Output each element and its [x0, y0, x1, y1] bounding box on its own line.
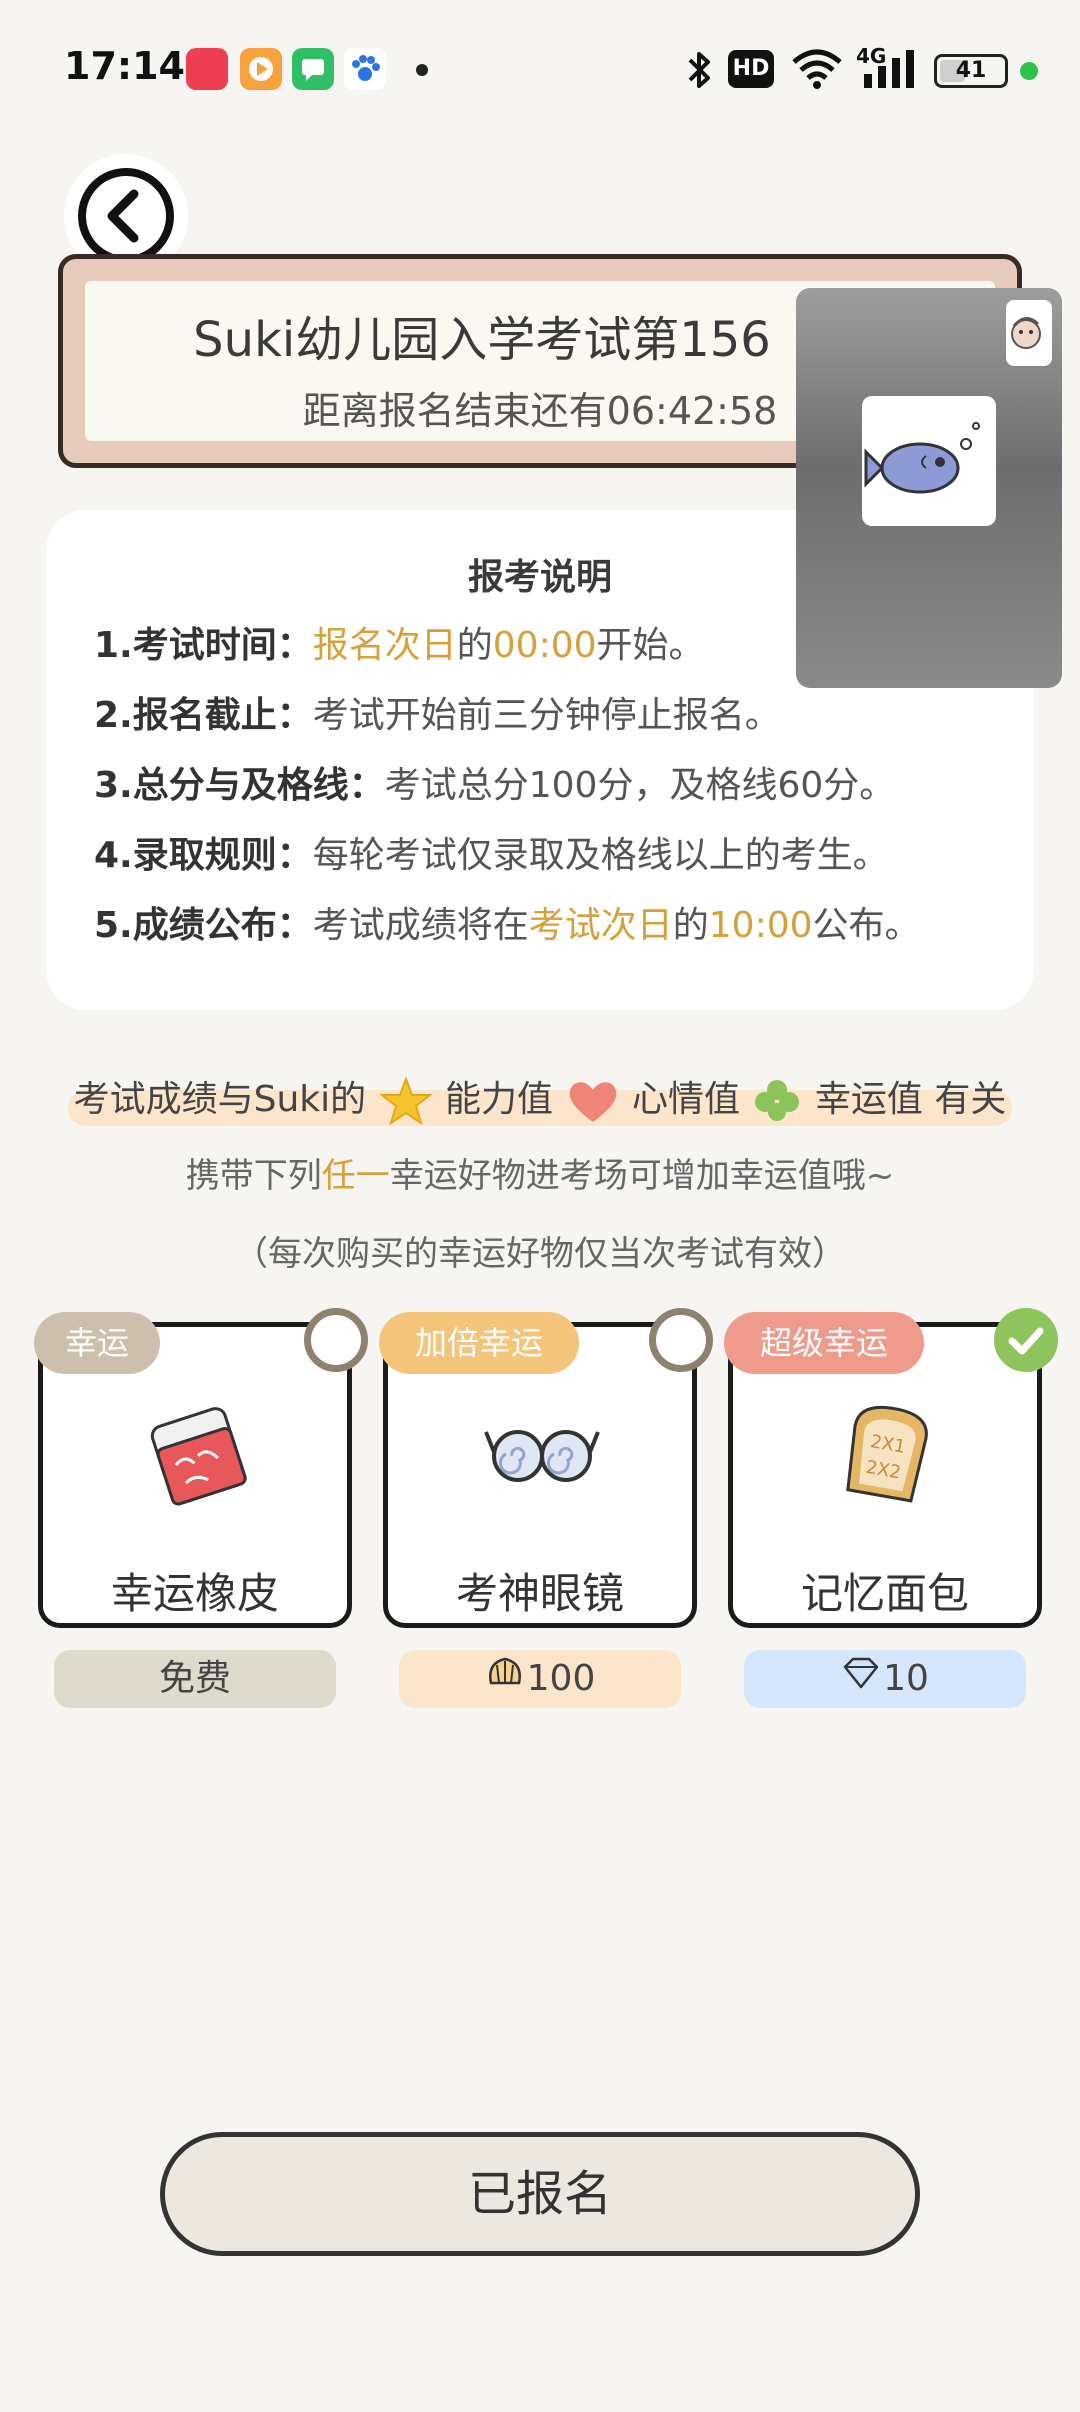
price-label: 100 — [526, 1658, 596, 1699]
shell-icon — [485, 1651, 525, 1709]
rule-text: 公布。 — [812, 905, 921, 946]
fish-image — [862, 396, 996, 526]
carry-highlight: 任一 — [321, 1156, 390, 1196]
clover-icon — [755, 1080, 800, 1121]
validity-note: （每次购买的幸运好物仅当次考试有效） — [234, 1234, 846, 1274]
registered-button[interactable]: 已报名 — [160, 2132, 920, 2256]
rule-item: 5.成绩公布：考试成绩将在考试次日的10:00公布。 — [94, 896, 921, 948]
avatar[interactable] — [1006, 300, 1052, 366]
rule-highlight: 00:00 — [492, 625, 597, 666]
rule-text: 开始。 — [596, 625, 705, 666]
charging-dot — [1020, 62, 1038, 80]
rule-item: 4.录取规则：每轮考试仅录取及格线以上的考生。 — [94, 826, 889, 878]
item-tag: 加倍幸运 — [379, 1312, 579, 1374]
battery-level: 41 — [955, 58, 987, 83]
rule-label: 1.考试时间： — [94, 625, 313, 666]
luck-prefix: 考试成绩与Suki的 — [73, 1079, 367, 1120]
rule-highlight: 考试次日 — [528, 905, 673, 946]
luck-suffix: 有关 — [934, 1079, 1007, 1120]
rule-item: 2.报名截止：考试开始前三分钟停止报名。 — [94, 686, 781, 738]
signal-icon — [864, 50, 914, 88]
check-icon[interactable] — [994, 1308, 1058, 1372]
notification-dot — [416, 64, 428, 76]
luck-label: 幸运值 — [814, 1079, 923, 1120]
item-tag: 幸运 — [34, 1312, 160, 1374]
paw-icon — [344, 48, 386, 90]
rule-label: 5.成绩公布： — [94, 905, 313, 946]
rule-highlight: 10:00 — [708, 905, 813, 946]
red-app-icon — [186, 48, 228, 90]
play-icon — [240, 48, 282, 90]
carry-prefix: 携带下列 — [185, 1156, 322, 1196]
chevron-left-icon — [78, 168, 174, 264]
diamond-icon — [841, 1651, 881, 1709]
rule-text: 的 — [456, 625, 493, 666]
bluetooth-icon — [688, 52, 710, 88]
radio-button[interactable] — [649, 1308, 713, 1372]
price-button[interactable]: 免费 — [54, 1650, 336, 1708]
price-label: 10 — [883, 1658, 929, 1699]
star-icon — [378, 1076, 433, 1126]
price-label: 免费 — [158, 1658, 231, 1699]
eraser-icon — [137, 1392, 257, 1512]
status-bar: 17:14 HD 4G 41 — [0, 0, 1080, 140]
rule-text: 考试成绩将在 — [312, 905, 529, 946]
floating-video-window[interactable] — [796, 288, 1062, 688]
price-button[interactable]: 10 — [744, 1650, 1026, 1708]
rule-label: 4.录取规则： — [94, 835, 313, 876]
item-name: 幸运橡皮 — [110, 1569, 279, 1618]
price-button[interactable]: 100 — [399, 1650, 681, 1708]
rule-text: 的 — [672, 905, 709, 946]
carry-hint: 携带下列任一幸运好物进考场可增加幸运值哦~ — [0, 1148, 1080, 1197]
bread-icon: 2X1 2X2 — [827, 1392, 947, 1512]
rule-text: 每轮考试仅录取及格线以上的考生。 — [312, 835, 889, 876]
rule-item: 3.总分与及格线：考试总分100分，及格线60分。 — [94, 756, 895, 808]
ability-label: 能力值 — [445, 1079, 554, 1120]
item-name: 记忆面包 — [800, 1569, 969, 1618]
heart-icon — [569, 1082, 616, 1122]
rule-text: 考试开始前三分钟停止报名。 — [312, 695, 781, 736]
mood-label: 心情值 — [631, 1079, 740, 1120]
rule-item: 1.考试时间：报名次日的00:00开始。 — [94, 616, 705, 668]
status-time: 17:14 — [64, 44, 185, 88]
item-name: 考神眼镜 — [455, 1569, 624, 1618]
rule-label: 2.报名截止： — [94, 695, 313, 736]
hd-badge: HD — [728, 50, 774, 88]
radio-button[interactable] — [304, 1308, 368, 1372]
wifi-icon — [792, 49, 842, 89]
rule-highlight: 报名次日 — [312, 625, 457, 666]
luck-factors-line: 考试成绩与Suki的 能力值 心情值 幸运值 有关 — [0, 1070, 1080, 1127]
item-tag: 超级幸运 — [724, 1312, 924, 1374]
chat-icon — [292, 48, 334, 90]
glasses-icon — [482, 1392, 602, 1512]
carry-suffix: 幸运好物进考场可增加幸运值哦~ — [389, 1156, 895, 1196]
rule-label: 3.总分与及格线： — [94, 765, 385, 806]
battery-icon: 41 — [934, 54, 1008, 88]
rule-text: 考试总分100分，及格线60分。 — [384, 765, 896, 806]
